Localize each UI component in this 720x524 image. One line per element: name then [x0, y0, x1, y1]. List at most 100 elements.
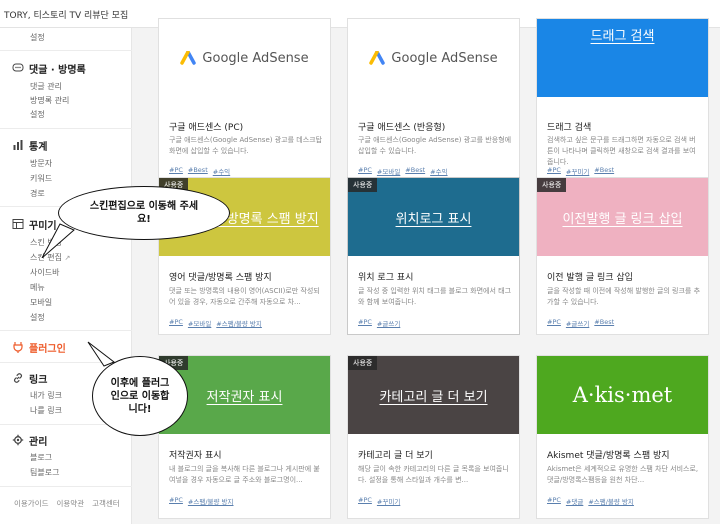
footer-link-guide[interactable]: 이용가이드	[14, 498, 49, 509]
card-tags: #PC #꾸미기 #Best	[547, 166, 614, 176]
stats-icon	[13, 140, 23, 150]
sidebar: 설정 댓글 · 방명록 댓글 관리 방명록 관리 설정 통계 방문자 키워드 경…	[0, 28, 132, 524]
sidebar-item-links-to-me[interactable]: 나를 링크	[30, 405, 62, 416]
card-tags: #PC #꾸미기	[358, 496, 400, 506]
card-tag[interactable]: #꾸미기	[566, 166, 589, 176]
sidebar-item-sidebar[interactable]: 사이드바	[30, 267, 59, 278]
card-tag[interactable]: #PC	[547, 496, 561, 506]
plugin-grid: Google AdSense 구글 애드센스 (PC) 구글 애드센스(Goog…	[132, 18, 720, 524]
card-description: 검색하고 싶은 문구를 드래그하면 자동으로 검색 버튼이 나타나며 클릭하면 …	[547, 136, 696, 166]
sidebar-item-paths[interactable]: 경로	[30, 188, 45, 199]
footer-link-terms[interactable]: 이용약관	[57, 498, 85, 509]
card-tag[interactable]: #PC	[358, 166, 372, 176]
card-tags: #PC #댓글 #스팸/불량 방지	[547, 496, 634, 506]
card-description: 구글 애드센스(Google AdSense) 광고를 반응형에 삽입할 수 있…	[358, 136, 512, 155]
sidebar-section-title: 통계	[29, 141, 48, 153]
sidebar-item-visitors[interactable]: 방문자	[30, 158, 52, 169]
card-tags: #PC #글쓰기 #Best	[547, 318, 614, 328]
sidebar-section-comments[interactable]: 댓글 · 방명록	[12, 61, 86, 76]
sidebar-footer: 이용가이드 이용약관 고객센터	[14, 498, 120, 509]
sidebar-item-mobile[interactable]: 모바일	[30, 297, 52, 308]
sidebar-section-plugin[interactable]: 플러그인	[12, 340, 66, 355]
card-tag[interactable]: #수익	[430, 166, 447, 176]
divider	[0, 486, 132, 487]
sidebar-item-settings-top[interactable]: 설정	[30, 32, 45, 43]
sidebar-section-title: 관리	[29, 436, 48, 448]
card-tag[interactable]: #수익	[213, 166, 230, 176]
card-tag[interactable]: #PC	[169, 166, 183, 176]
card-tag[interactable]: #모바일	[188, 318, 211, 328]
card-tag[interactable]: #PC	[358, 496, 372, 506]
sidebar-item-blog[interactable]: 블로그	[30, 452, 52, 463]
sidebar-item-my-links[interactable]: 내가 링크	[30, 390, 62, 401]
plugin-card-drag-search[interactable]: 드래그 검색 드래그 검색 검색하고 싶은 문구를 드래그하면 자동으로 검색 …	[536, 18, 709, 180]
card-title: Akismet 댓글/방명록 스팸 방지	[547, 451, 670, 461]
card-title: 구글 애드센스 (PC)	[169, 123, 244, 133]
sidebar-item-comment-manage[interactable]: 댓글 관리	[30, 81, 62, 92]
sidebar-item-skin-settings[interactable]: 설정	[30, 312, 45, 323]
card-tag[interactable]: #PC	[547, 318, 561, 328]
card-thumbnail: Google AdSense	[348, 19, 519, 97]
card-tag[interactable]: #Best	[188, 166, 208, 176]
plugin-card-category-more[interactable]: 카테고리 글 더 보기 사용중 카테고리 글 더 보기 해당 글이 속한 카테고…	[347, 355, 520, 519]
plugin-card-akismet[interactable]: A·kis·met Akismet 댓글/방명록 스팸 방지 Akismet은 …	[536, 355, 709, 519]
annotation-bubble-skin-edit: 스킨편집으로 이동해 주세요!	[58, 186, 230, 240]
sidebar-section-link[interactable]: 링크	[12, 371, 48, 386]
plugin-card-adsense-responsive[interactable]: Google AdSense 구글 애드센스 (반응형) 구글 애드센스(Goo…	[347, 18, 520, 180]
card-tag[interactable]: #꾸미기	[377, 496, 400, 506]
card-tag[interactable]: #스팸/불량 방지	[216, 318, 262, 328]
divider	[0, 50, 132, 51]
card-thumbnail: A·kis·met	[537, 356, 708, 434]
sidebar-section-title: 댓글 · 방명록	[29, 64, 86, 76]
footer-link-support[interactable]: 고객센터	[92, 498, 120, 509]
plugin-card-adsense-pc[interactable]: Google AdSense 구글 애드센스 (PC) 구글 애드센스(Goog…	[158, 18, 331, 180]
card-title: 드래그 검색	[547, 123, 592, 133]
sidebar-item-menu[interactable]: 메뉴	[30, 282, 45, 293]
card-tags: #PC #모바일 #스팸/불량 방지	[169, 318, 262, 328]
card-title: 위치 로그 표시	[358, 273, 414, 283]
divider	[0, 128, 132, 129]
sidebar-section-stats[interactable]: 통계	[12, 138, 48, 153]
card-tag[interactable]: #스팸/불량 방지	[588, 496, 634, 506]
adsense-logo-icon	[180, 51, 197, 65]
plugin-card-prev-post-link[interactable]: 이전발행 글 링크 삽입 사용중 이전 발행 글 링크 삽입 글을 작성할 때 …	[536, 177, 709, 335]
sidebar-item-keywords[interactable]: 키워드	[30, 173, 52, 184]
card-tag[interactable]: #모바일	[377, 166, 400, 176]
card-thumbnail-label: 이전발행 글 링크 삽입	[562, 211, 683, 227]
card-thumbnail-label: 카테고리 글 더 보기	[379, 389, 488, 405]
card-tag[interactable]: #PC	[169, 496, 183, 506]
card-tag[interactable]: #PC	[358, 318, 372, 328]
card-tags: #PC #Best #수익	[169, 166, 230, 176]
in-use-badge: 사용중	[348, 356, 378, 370]
card-description: 해당 글이 속한 카테고리의 다른 글 목록을 보여줍니다. 설정을 통해 스타…	[358, 465, 509, 484]
card-tag[interactable]: #PC	[547, 166, 561, 176]
card-tag[interactable]: #Best	[405, 166, 425, 176]
card-title: 저작권자 표시	[169, 451, 222, 461]
card-tag[interactable]: #글쓰기	[566, 318, 589, 328]
card-tag[interactable]: #Best	[594, 318, 614, 328]
sidebar-item-comment-settings[interactable]: 설정	[30, 109, 45, 120]
gear-icon	[12, 434, 24, 446]
card-tag[interactable]: #댓글	[566, 496, 583, 506]
card-description: Akismet은 세계적으로 유명한 스팸 차단 서비스로, 댓글/방명록스팸등…	[547, 465, 699, 484]
card-tag[interactable]: #PC	[169, 318, 183, 328]
sidebar-section-title: 링크	[29, 374, 48, 386]
card-tag[interactable]: #글쓰기	[377, 318, 400, 328]
card-description: 댓글 또는 방명록의 내용이 영어(ASCII)로만 작성되어 있을 경우, 자…	[169, 287, 320, 306]
card-tags: #PC #스팸/불량 방지	[169, 496, 234, 506]
plugin-card-location-log[interactable]: 위치로그 표시 사용중 위치 로그 표시 글 작성 중 입력한 위치 태그를 블…	[347, 177, 520, 335]
sidebar-item-guestbook-manage[interactable]: 방명록 관리	[30, 95, 69, 106]
annotation-bubble-plugin: 이후에 플러그인으로 이동합니다!	[92, 356, 188, 436]
sidebar-item-team-blog[interactable]: 팀블로그	[30, 467, 59, 478]
card-thumbnail: 드래그 검색	[537, 19, 708, 97]
card-thumbnail-label: Google AdSense	[391, 50, 498, 66]
divider	[0, 330, 132, 331]
card-tag[interactable]: #Best	[594, 166, 614, 176]
card-thumbnail-label: 드래그 검색	[590, 29, 655, 44]
card-description: 구글 애드센스(Google AdSense) 광고를 데스크탑 화면에 삽입할…	[169, 136, 323, 155]
card-description: 글을 작성할 때 이전에 작성해 발행한 글의 링크를 추가할 수 있습니다.	[547, 287, 701, 306]
card-thumbnail-label: 저작권자 표시	[206, 389, 283, 405]
annotation-text: 이후에 플러그인으로 이동합니다!	[110, 377, 170, 415]
sidebar-section-manage[interactable]: 관리	[12, 433, 48, 448]
card-tag[interactable]: #스팸/불량 방지	[188, 496, 234, 506]
